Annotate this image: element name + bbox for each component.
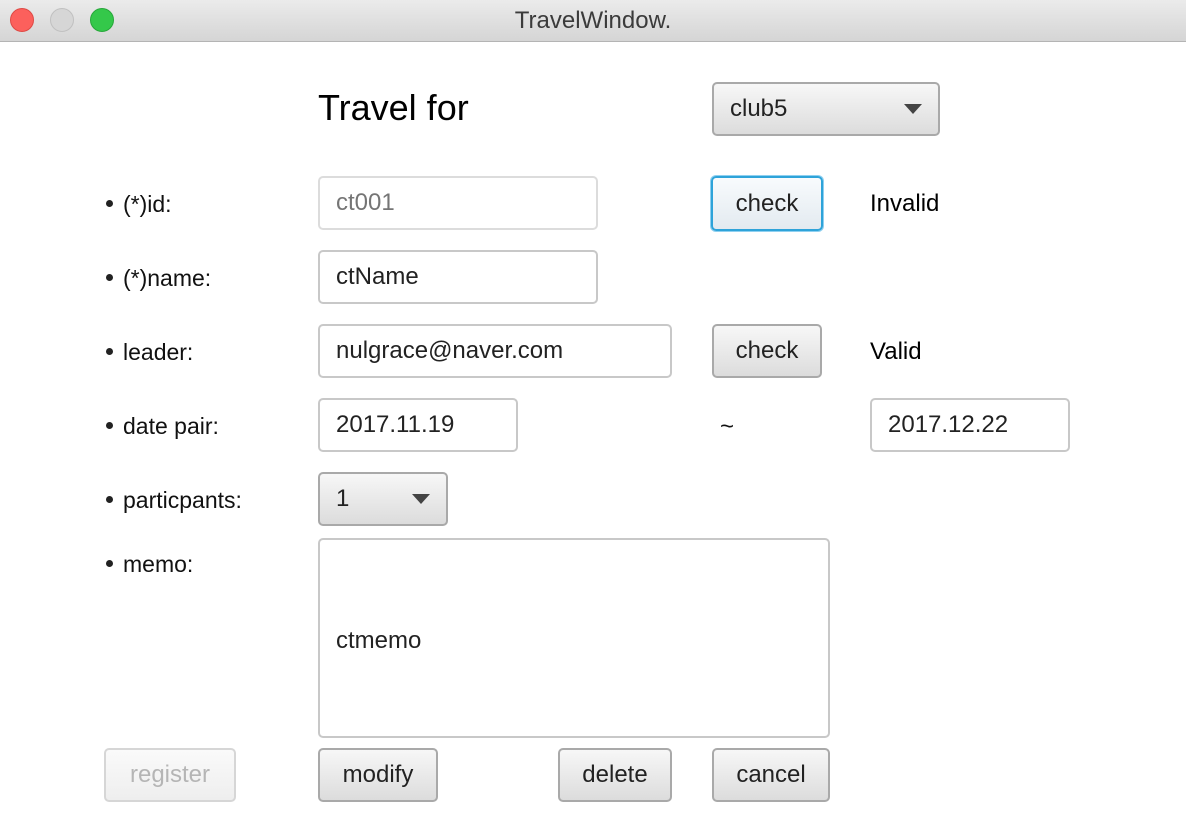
bullet-icon <box>106 200 113 208</box>
bullet-icon <box>106 560 113 568</box>
bullet-icon <box>106 496 113 504</box>
id-label: (*)id: <box>106 190 172 218</box>
leader-field[interactable] <box>318 324 672 378</box>
window-title: TravelWindow. <box>514 7 672 34</box>
memo-textarea[interactable]: ctmemo <box>318 538 830 738</box>
participants-select[interactable]: 1 <box>318 472 448 526</box>
window-titlebar: TravelWindow. <box>0 0 1186 42</box>
chevron-down-icon <box>412 494 430 504</box>
leader-check-button[interactable]: check <box>712 324 822 378</box>
id-status: Invalid <box>870 190 940 217</box>
participants-label: particpants: <box>106 486 242 514</box>
page-title: Travel for <box>318 87 469 128</box>
memo-label: memo: <box>106 550 193 578</box>
bullet-icon <box>106 422 113 430</box>
cancel-button[interactable]: cancel <box>712 748 830 802</box>
id-field[interactable] <box>318 176 598 230</box>
start-date-field[interactable] <box>318 398 518 452</box>
name-field[interactable] <box>318 250 598 304</box>
name-label: (*)name: <box>106 264 211 292</box>
club-select-value: club5 <box>730 95 788 122</box>
date-separator: ~ <box>720 413 735 440</box>
bullet-icon <box>106 348 113 356</box>
club-select[interactable]: club5 <box>712 82 940 136</box>
chevron-down-icon <box>904 104 922 114</box>
bullet-icon <box>106 274 113 282</box>
participants-select-value: 1 <box>336 485 350 512</box>
leader-status: Valid <box>870 338 922 365</box>
id-check-button[interactable]: check <box>711 176 823 231</box>
register-button[interactable]: register <box>104 748 236 802</box>
delete-button[interactable]: delete <box>558 748 672 802</box>
modify-button[interactable]: modify <box>318 748 438 802</box>
leader-label: leader: <box>106 338 193 366</box>
date-pair-label: date pair: <box>106 412 219 440</box>
end-date-field[interactable] <box>870 398 1070 452</box>
